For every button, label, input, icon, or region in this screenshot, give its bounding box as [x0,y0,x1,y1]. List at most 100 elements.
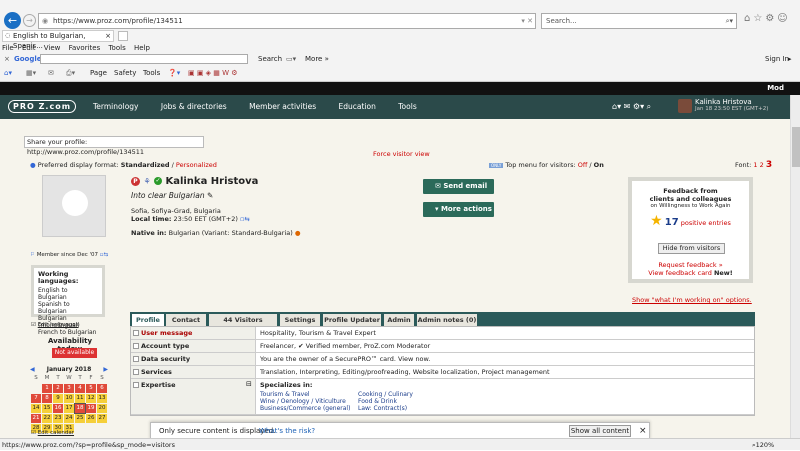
google-search-input[interactable] [40,54,248,64]
calendar-day[interactable]: 26 [86,414,96,423]
row-checkbox[interactable] [133,343,139,349]
smiley-icon[interactable]: ☺ [777,13,790,24]
tab-proz[interactable]: ◌ English to Bulgarian, Spanis... × [2,30,114,50]
page-scrollbar[interactable] [790,95,800,438]
tab-admin[interactable]: Admin [384,314,414,326]
hide-from-visitors-button[interactable]: Hide from visitors [658,243,725,254]
top-menu-off[interactable]: Off [578,161,588,169]
home-icon[interactable]: ⌂ [744,13,753,24]
calendar-day[interactable]: 27 [97,414,107,423]
display-standardized[interactable]: Standardized [121,161,170,169]
calendar-day[interactable]: 11 [75,394,85,403]
show-working-link[interactable]: Show "what I'm working on" options. [632,296,752,304]
mod-label[interactable]: Mod [767,84,784,92]
forward-button[interactable]: → [23,14,36,27]
edit-check-icon[interactable]: ☑ [31,322,36,328]
sign-in-link[interactable]: Sign In [765,53,789,65]
expertise-item[interactable]: Food & Drink [358,398,468,405]
calendar-day[interactable]: 9 [53,394,63,403]
row-checkbox[interactable] [133,382,139,388]
calendar-day[interactable]: 7 [31,394,41,403]
view-feedback-link[interactable]: View feedback card [648,269,712,277]
favorites-star-icon[interactable]: ☆ [753,13,765,24]
profile-photo[interactable] [42,175,106,237]
expertise-item[interactable]: Wine / Oenology / Viticulture [260,398,358,405]
show-all-content-button[interactable]: Show all content [569,425,631,437]
google-search-button[interactable]: Search [258,53,282,65]
calendar-day[interactable]: 17 [64,404,74,413]
calendar-day[interactable]: 20 [97,404,107,413]
back-button[interactable]: ← [4,12,21,29]
search-nav-icon[interactable]: ⌕ [647,102,651,111]
calendar-day[interactable]: 3 [64,384,74,393]
top-menu-on[interactable]: On [594,161,604,169]
nav-member-activities[interactable]: Member activities [249,102,316,111]
search-icon[interactable]: ⌕▾ [726,14,733,28]
display-personalized[interactable]: Personalized [176,161,217,169]
font-size-1[interactable]: 1 [753,161,757,169]
share-profile-field[interactable]: Share your profile: http://www.proz.com/… [24,136,204,156]
prev-month-icon[interactable]: ◀ [30,365,35,374]
new-tab-button[interactable] [118,31,128,41]
proz-logo[interactable]: PRO Z.com [8,100,76,113]
calendar-day[interactable]: 16 [53,404,63,413]
calendar-day[interactable]: 1 [42,384,52,393]
force-visitor-link[interactable]: Force visitor view [373,150,430,158]
menu-edit[interactable]: Edit [22,44,36,52]
settings-nav-icon[interactable]: ⚙▾ [633,102,644,111]
calendar-day[interactable]: 10 [64,394,74,403]
google-more[interactable]: More » [305,53,329,65]
google-options-icon[interactable]: ▭▾ [286,53,296,65]
calendar-day[interactable]: 2 [53,384,63,393]
feedback-count[interactable]: 17 [665,217,679,228]
gear-icon[interactable]: ⚙ [765,13,777,24]
calendar-day[interactable]: 23 [53,414,63,423]
expertise-item[interactable]: Cooking / Culinary [358,391,468,398]
menu-file[interactable]: File [2,44,14,52]
edit-pencil-icon[interactable]: ✎ [207,191,213,200]
addon-icons[interactable]: ▣ ▣ ◈ ▦ W ⚙ [188,66,238,80]
clock-icon[interactable]: ▫⇆ [240,215,250,223]
help-icon[interactable]: ❓▾ [168,66,180,80]
row-checkbox[interactable] [133,330,139,336]
edit-member-icon[interactable]: ▫⇆ [100,252,108,258]
expertise-item[interactable]: Business/Commerce (general) [260,405,358,412]
request-feedback-link[interactable]: Request feedback » [632,261,749,269]
row-checkbox[interactable] [133,369,139,375]
feedback-entries[interactable]: positive entries [681,219,731,227]
font-size-2[interactable]: 2 [760,161,764,169]
calendar-day[interactable]: 18 [74,403,86,414]
tab-admin-notes[interactable]: Admin notes (0) [417,314,477,326]
more-actions-button[interactable]: ▾ More actions [423,202,494,217]
inbox-icon[interactable]: ✉ [624,102,631,111]
zoom-level[interactable]: ⌕120% [752,439,774,451]
calendar-day[interactable]: 19 [86,404,96,413]
nav-jobs[interactable]: Jobs & directories [161,102,227,111]
tab-close-icon[interactable]: × [105,31,111,41]
tab-contact[interactable]: Contact [166,314,206,326]
menu-tools-cmd[interactable]: Tools [143,66,160,80]
close-toolbar-icon[interactable]: × [4,53,10,65]
edit-cal-icon[interactable]: ☑ [31,430,36,436]
nav-education[interactable]: Education [339,102,376,111]
rss-icon[interactable]: ▦▾ [26,66,36,80]
notification-close-icon[interactable]: × [639,423,647,439]
nav-tools[interactable]: Tools [398,102,416,111]
tab-profile-updater[interactable]: Profile Updater [323,314,381,326]
menu-safety[interactable]: Safety [114,66,136,80]
calendar-day[interactable]: 22 [42,414,52,423]
scroll-thumb[interactable] [792,127,800,167]
calendar-day[interactable]: 14 [31,404,41,413]
font-size-3[interactable]: 3 [766,160,772,170]
calendar-day[interactable]: 12 [86,394,96,403]
search-input[interactable]: Search... ⌕▾ [541,13,737,29]
nav-terminology[interactable]: Terminology [93,102,138,111]
row-checkbox[interactable] [133,356,139,362]
tab-profile[interactable]: Profile [132,314,164,326]
whats-risk-link[interactable]: What's the risk? [259,423,315,439]
expertise-item[interactable]: Tourism & Travel [260,391,358,398]
menu-view[interactable]: View [44,44,61,52]
calendar-day[interactable]: 6 [97,384,107,393]
tab-visitors[interactable]: 44 Visitors [209,314,277,326]
home-small-icon[interactable]: ⌂▾ [4,66,12,80]
